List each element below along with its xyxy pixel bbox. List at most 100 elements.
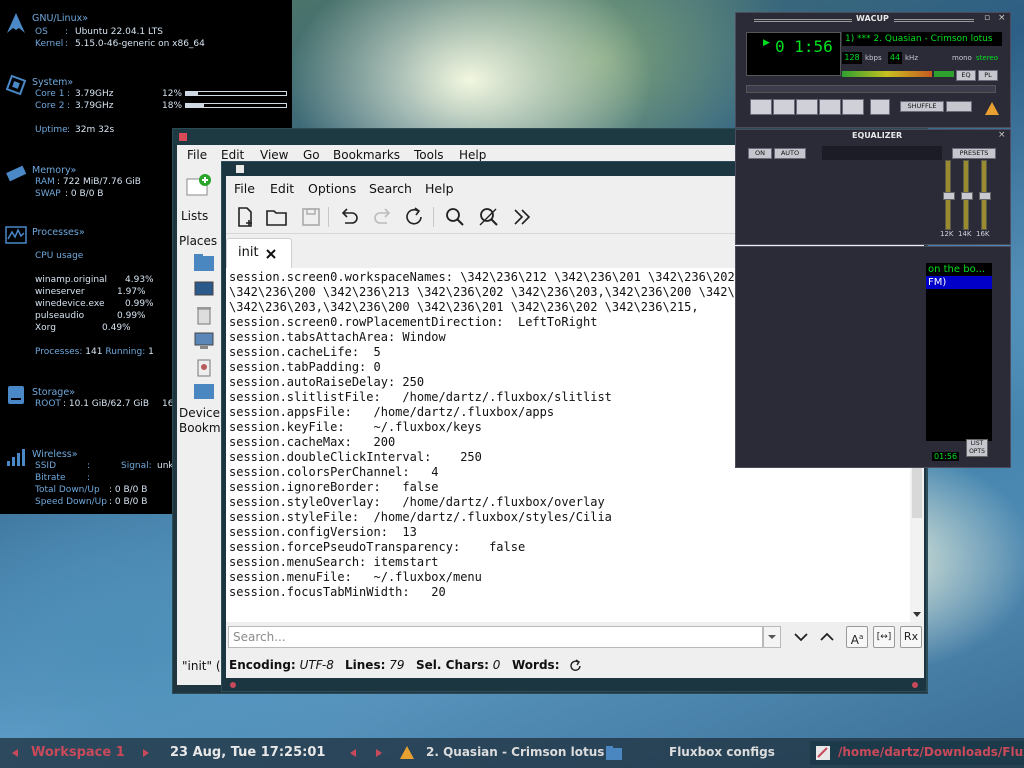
core1-value: 3.79GHz bbox=[75, 89, 114, 99]
window-menu-icon[interactable] bbox=[236, 165, 244, 173]
find-replace-icon[interactable] bbox=[476, 205, 502, 229]
file-manager-sidebar: Lists Places Device Bookm "init" ( bbox=[177, 165, 223, 685]
search-history-dropdown[interactable] bbox=[763, 626, 781, 648]
volume-slider[interactable] bbox=[842, 71, 932, 77]
home-folder-icon[interactable] bbox=[193, 253, 215, 273]
seek-bar[interactable] bbox=[746, 85, 996, 93]
task-fluxbox-configs[interactable]: Fluxbox configs bbox=[669, 745, 775, 759]
eq-band-14k[interactable] bbox=[961, 160, 973, 230]
playlist-item[interactable]: on the bo... bbox=[926, 263, 992, 276]
fm-menu-go[interactable]: Go bbox=[303, 148, 320, 162]
window-grip-icon[interactable] bbox=[230, 682, 236, 688]
play-icon[interactable] bbox=[773, 99, 795, 115]
fm-menu-tools[interactable]: Tools bbox=[414, 148, 444, 162]
find-icon[interactable] bbox=[442, 205, 468, 229]
eq-band-16k-knob[interactable] bbox=[979, 192, 991, 200]
fm-menu-file[interactable]: File bbox=[187, 148, 207, 162]
lists-tab[interactable]: Lists bbox=[181, 209, 208, 223]
stop-icon[interactable] bbox=[819, 99, 841, 115]
close-icon[interactable]: × bbox=[998, 13, 1006, 23]
conky-processes-title: Processes» bbox=[32, 227, 85, 238]
reload-icon[interactable] bbox=[402, 205, 428, 229]
search-input[interactable] bbox=[228, 626, 763, 648]
task-editor-label: /home/dartz/Downloads/Flux bbox=[838, 745, 1024, 759]
eq-band-14k-knob[interactable] bbox=[961, 192, 973, 200]
eq-band-12k-knob[interactable] bbox=[943, 192, 955, 200]
swap-label: SWAP bbox=[35, 189, 61, 199]
menu-search[interactable]: Search bbox=[369, 181, 412, 196]
match-case-button[interactable]: Aa bbox=[846, 626, 868, 648]
fm-menu-edit[interactable]: Edit bbox=[221, 148, 244, 162]
menu-file[interactable]: File bbox=[234, 181, 255, 196]
winamp-logo-icon[interactable] bbox=[982, 99, 1002, 119]
toolbar-separator bbox=[433, 207, 434, 227]
find-previous-icon[interactable] bbox=[816, 626, 838, 648]
fm-menu-view[interactable]: View bbox=[260, 148, 288, 162]
window-menu-icon[interactable] bbox=[179, 133, 187, 141]
menu-options[interactable]: Options bbox=[308, 181, 356, 196]
previous-icon[interactable] bbox=[750, 99, 772, 115]
wacup-titlebar[interactable]: WACUP ▫ × bbox=[736, 13, 1010, 27]
network-icon[interactable] bbox=[193, 357, 215, 377]
save-file-icon[interactable] bbox=[298, 205, 324, 229]
close-tab-icon[interactable] bbox=[265, 248, 277, 260]
eq-label-14k: 14K bbox=[958, 230, 972, 238]
refresh-count-icon[interactable] bbox=[569, 659, 583, 673]
menu-edit[interactable]: Edit bbox=[270, 181, 294, 196]
os-value: Ubuntu 22.04.1 LTS bbox=[75, 27, 164, 37]
pl-toggle-button[interactable]: PL bbox=[978, 70, 998, 81]
trash-icon[interactable] bbox=[193, 305, 215, 325]
window-grip-icon[interactable] bbox=[912, 682, 918, 688]
eject-icon[interactable] bbox=[870, 99, 890, 115]
balance-slider[interactable] bbox=[934, 71, 954, 77]
redo-icon[interactable] bbox=[370, 205, 396, 229]
close-icon[interactable]: × bbox=[998, 130, 1006, 140]
editor-statusbar: Encoding: UTF-8 Lines: 79 Sel. Chars: 0 … bbox=[226, 654, 924, 678]
new-file-icon[interactable] bbox=[232, 205, 258, 229]
tab-init[interactable]: init bbox=[226, 238, 292, 268]
eq-toggle-button[interactable]: EQ bbox=[956, 70, 976, 81]
fm-menu-help[interactable]: Help bbox=[459, 148, 486, 162]
repeat-icon[interactable] bbox=[946, 101, 972, 112]
eq-band-16k[interactable] bbox=[979, 160, 991, 230]
pause-icon[interactable] bbox=[796, 99, 818, 115]
eq-auto-button[interactable]: AUTO bbox=[774, 148, 806, 159]
workspace-next-icon[interactable] bbox=[143, 749, 149, 757]
search-bar: Aa [↔] Rx bbox=[226, 622, 924, 654]
find-next-icon[interactable] bbox=[790, 626, 812, 648]
workspace-name[interactable]: Workspace 1 bbox=[31, 745, 125, 760]
folder-icon[interactable] bbox=[193, 381, 215, 401]
task-winamp[interactable]: 2. Quasian - Crimson lotus ( bbox=[426, 745, 614, 759]
playlist-list[interactable]: on the bo... FM) bbox=[926, 263, 992, 441]
song-title-marquee: 1) *** 2. Quasian - Crimson lotus bbox=[842, 32, 1002, 46]
menu-help[interactable]: Help bbox=[425, 181, 454, 196]
minimize-icon[interactable]: ▫ bbox=[984, 13, 990, 23]
window-next-icon[interactable] bbox=[376, 749, 382, 757]
conky-wireless-title: Wireless» bbox=[32, 449, 78, 460]
computer-icon[interactable] bbox=[193, 331, 215, 351]
goto-line-icon[interactable] bbox=[510, 205, 536, 229]
shuffle-button[interactable]: SHUFFLE bbox=[900, 101, 944, 112]
task-editor-active[interactable]: /home/dartz/Downloads/Flux bbox=[810, 741, 1024, 765]
open-file-icon[interactable] bbox=[264, 205, 290, 229]
presets-button[interactable]: PRESETS bbox=[952, 148, 996, 159]
equalizer-titlebar[interactable]: EQUALIZER × bbox=[736, 130, 1010, 144]
next-icon[interactable] bbox=[842, 99, 864, 115]
undo-icon[interactable] bbox=[336, 205, 362, 229]
eq-on-button[interactable]: ON bbox=[748, 148, 772, 159]
stereo-label: stereo bbox=[976, 54, 999, 62]
eq-band-12k[interactable] bbox=[943, 160, 955, 230]
playlist-item-selected[interactable]: FM) bbox=[926, 276, 992, 289]
desktop-icon[interactable] bbox=[193, 279, 215, 299]
uptime-value: 32m 32s bbox=[75, 125, 115, 135]
scroll-down-icon[interactable] bbox=[913, 612, 921, 617]
core2-value: 3.79GHz bbox=[75, 101, 114, 111]
whole-word-button[interactable]: [↔] bbox=[873, 626, 895, 648]
regex-button[interactable]: Rx bbox=[900, 626, 922, 648]
workspace-prev-icon[interactable] bbox=[12, 749, 18, 757]
window-prev-icon[interactable] bbox=[350, 749, 356, 757]
fm-menu-bookmarks[interactable]: Bookmarks bbox=[333, 148, 400, 162]
list-opts-button[interactable]: LIST OPTS bbox=[966, 439, 988, 457]
new-folder-icon[interactable] bbox=[185, 173, 213, 197]
play-indicator-icon: ▶ bbox=[763, 38, 770, 48]
